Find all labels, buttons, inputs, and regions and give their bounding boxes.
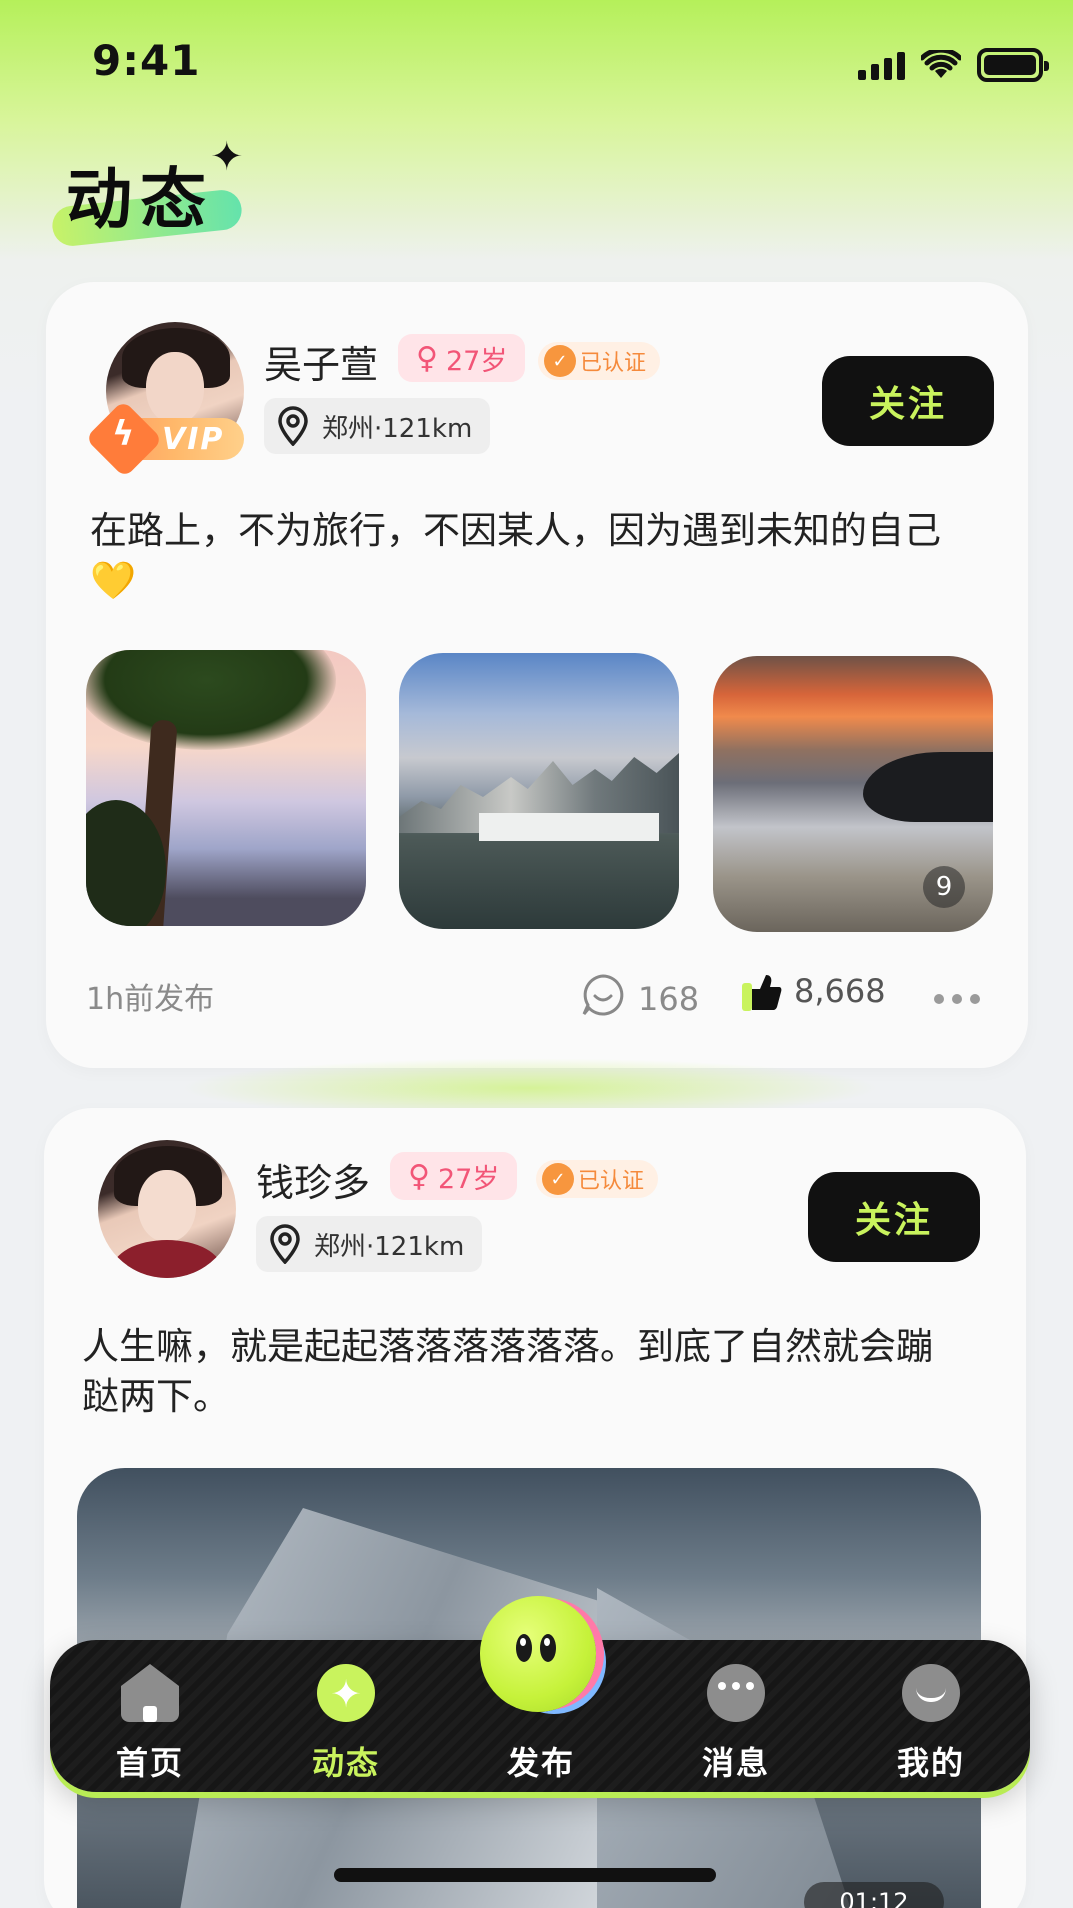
battery-icon (977, 48, 1049, 82)
age-badge: ♀ 27岁 (390, 1152, 518, 1200)
location-chip: 郑州·121km (256, 1216, 483, 1272)
like-count[interactable]: 8,668 (742, 972, 886, 1011)
vip-badge: ϟ VIP (85, 400, 244, 478)
verified-text: 已认证 (580, 351, 647, 376)
post-text: 人生嘛，就是起起落落落落落落。到底了自然就会蹦跶两下。 (82, 1325, 933, 1418)
post-photo-palm-sunset[interactable] (86, 650, 366, 926)
publish-icon[interactable] (480, 1596, 596, 1712)
tab-home[interactable]: 首页 (65, 1640, 235, 1792)
age-badge: ♀ 27岁 (398, 334, 526, 382)
verified-text: 已认证 (578, 1169, 645, 1194)
thumbs-up-icon (742, 973, 782, 1011)
photo-count-badge: 9 (923, 866, 965, 908)
status-icons (858, 48, 1049, 82)
age-text: 27岁 (437, 1163, 500, 1195)
verified-seal-icon: ✓ (542, 1163, 574, 1195)
tab-label: 消息 (701, 1744, 770, 1782)
tab-moments[interactable]: ✦ 动态 (261, 1640, 431, 1792)
tab-label: 发布 (506, 1744, 575, 1782)
location-text: 郑州·121km (322, 413, 473, 444)
post-time: 1h前发布 (86, 982, 215, 1017)
female-icon: ♀ (408, 1158, 430, 1194)
location-chip: 郑州·121km (264, 398, 491, 454)
page-title: 动态 (66, 161, 214, 238)
moments-screen: 9:41 动态 ✦ ϟ VIP 吴子萱 ♀ 27岁 ✓ 已认证 郑州·121km… (0, 0, 1073, 1908)
username[interactable]: 吴子萱 (264, 334, 378, 389)
comment-count[interactable]: 168 (580, 972, 699, 1026)
tab-label: 我的 (896, 1744, 965, 1782)
bolt-icon: ϟ (112, 414, 137, 454)
vip-label: VIP (162, 421, 225, 457)
location-text: 郑州·121km (314, 1231, 465, 1262)
tab-messages[interactable]: 消息 (651, 1640, 821, 1792)
comment-count-text: 168 (638, 980, 700, 1018)
tab-label: 动态 (311, 1744, 380, 1782)
location-pin-icon (268, 1224, 302, 1265)
follow-button[interactable]: 关注 (822, 356, 994, 446)
post-photo-harbor-city[interactable] (399, 653, 679, 929)
cellular-signal-icon (858, 50, 905, 80)
follow-button[interactable]: 关注 (808, 1172, 980, 1262)
more-options-icon[interactable] (934, 994, 980, 1004)
video-duration: 01:12 (804, 1882, 944, 1908)
verified-seal-icon: ✓ (544, 345, 576, 377)
sparkle-icon: ✦ (210, 134, 244, 180)
tab-label: 首页 (115, 1744, 184, 1782)
avatar[interactable] (98, 1140, 236, 1278)
like-count-text: 8,668 (794, 972, 886, 1010)
verified-badge: ✓ 已认证 (536, 1160, 659, 1198)
location-pin-icon (276, 406, 310, 447)
home-indicator (334, 1868, 716, 1882)
verified-badge: ✓ 已认证 (538, 342, 661, 380)
message-icon (707, 1664, 765, 1722)
female-icon: ♀ (416, 340, 438, 376)
username[interactable]: 钱珍多 (256, 1152, 370, 1207)
status-time: 9:41 (92, 36, 201, 85)
wifi-icon (921, 50, 961, 78)
comment-icon (580, 972, 626, 1026)
post-text: 在路上，不为旅行，不因某人，因为遇到未知的自己💛 (90, 509, 941, 602)
age-text: 27岁 (445, 345, 508, 377)
tab-profile[interactable]: 我的 (846, 1640, 1016, 1792)
